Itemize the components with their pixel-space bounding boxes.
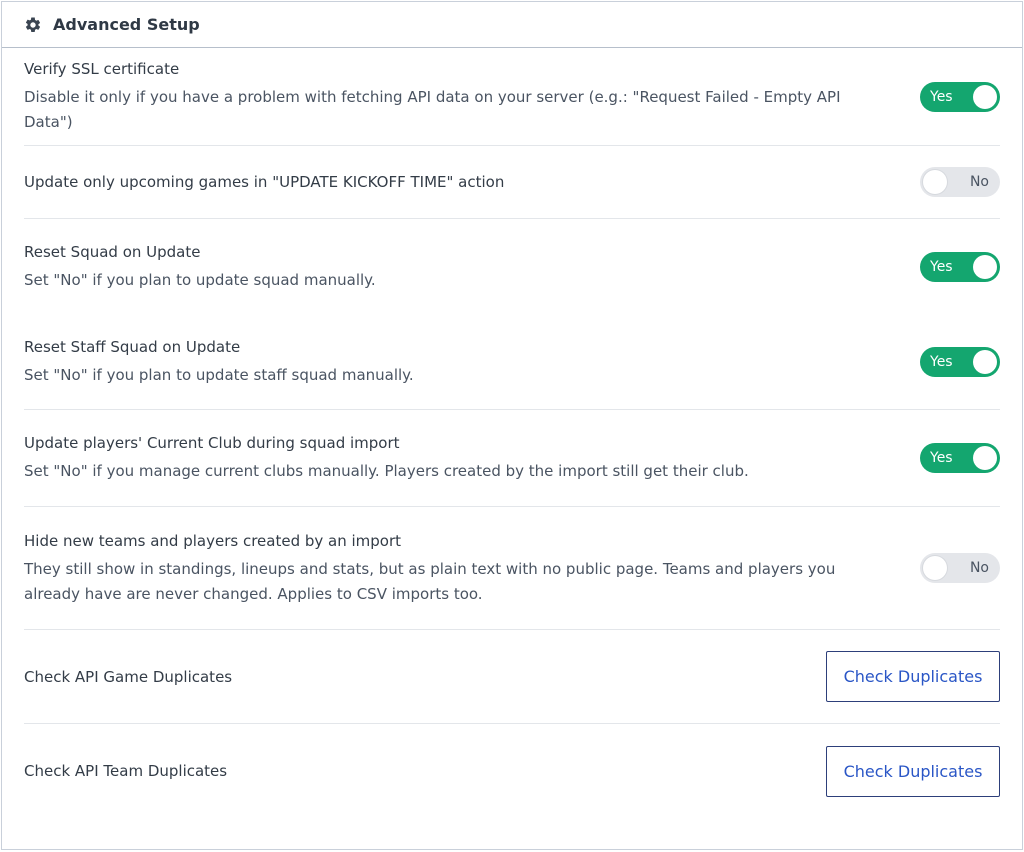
setting-label: Hide new teams and players created by an… (24, 531, 402, 550)
toggle-knob (973, 84, 997, 109)
setting-label: Reset Staff Squad on Update (24, 337, 241, 356)
setting-reset-staff-squad: Reset Staff Squad on Update Set "No" if … (24, 314, 1000, 410)
setting-description: Disable it only if you have a problem wi… (24, 88, 841, 131)
toggle-knob (973, 254, 997, 279)
setting-description: Set "No" if you plan to update squad man… (24, 270, 376, 289)
setting-hide-new-teams: Hide new teams and players created by an… (24, 507, 1000, 630)
update-upcoming-games-toggle[interactable]: No (920, 167, 1000, 197)
toggle-knob (973, 349, 997, 374)
setting-label: Reset Squad on Update (24, 242, 201, 261)
setting-verify-ssl: Verify SSL certificate Disable it only i… (24, 48, 1000, 146)
panel-header: Advanced Setup (2, 2, 1022, 48)
toggle-knob (923, 170, 947, 194)
reset-staff-squad-toggle[interactable]: Yes (920, 346, 1000, 377)
toggle-knob (923, 556, 947, 580)
update-current-club-toggle[interactable]: Yes (920, 443, 1000, 473)
toggle-state-label: Yes (930, 450, 953, 466)
setting-description: They still show in standings, lineups an… (24, 559, 836, 603)
hide-new-teams-toggle[interactable]: No (920, 553, 1000, 583)
check-team-duplicates-button[interactable]: Check Duplicates (826, 745, 1000, 797)
action-label: Check API Team Duplicates (24, 762, 228, 780)
advanced-setup-panel: Advanced Setup Verify SSL certificate Di… (1, 1, 1023, 850)
setting-reset-squad: Reset Squad on Update Set "No" if you pl… (24, 219, 1000, 314)
setting-update-current-club: Update players' Current Club during squa… (24, 410, 1000, 507)
reset-squad-toggle[interactable]: Yes (920, 251, 1000, 282)
panel-title: Advanced Setup (53, 15, 200, 34)
toggle-knob (973, 446, 997, 470)
gear-icon (24, 16, 42, 34)
verify-ssl-toggle[interactable]: Yes (920, 81, 1000, 112)
setting-label: Update only upcoming games in "UPDATE KI… (24, 173, 505, 191)
toggle-state-label: Yes (930, 258, 953, 275)
check-game-duplicates-button[interactable]: Check Duplicates (826, 651, 1000, 702)
toggle-state-label: Yes (930, 353, 953, 370)
action-check-game-duplicates: Check API Game Duplicates Check Duplicat… (24, 630, 1000, 724)
settings-list: Verify SSL certificate Disable it only i… (2, 48, 1022, 818)
setting-label: Verify SSL certificate (24, 60, 180, 78)
toggle-state-label: Yes (930, 88, 953, 105)
setting-description: Set "No" if you manage current clubs man… (24, 462, 749, 480)
setting-label: Update players' Current Club during squa… (24, 434, 400, 452)
action-check-team-duplicates: Check API Team Duplicates Check Duplicat… (24, 724, 1000, 818)
setting-update-upcoming-games: Update only upcoming games in "UPDATE KI… (24, 146, 1000, 219)
action-label: Check API Game Duplicates (24, 667, 233, 686)
toggle-state-label: No (969, 174, 989, 190)
toggle-state-label: No (969, 560, 989, 576)
setting-description: Set "No" if you plan to update staff squ… (24, 365, 414, 384)
